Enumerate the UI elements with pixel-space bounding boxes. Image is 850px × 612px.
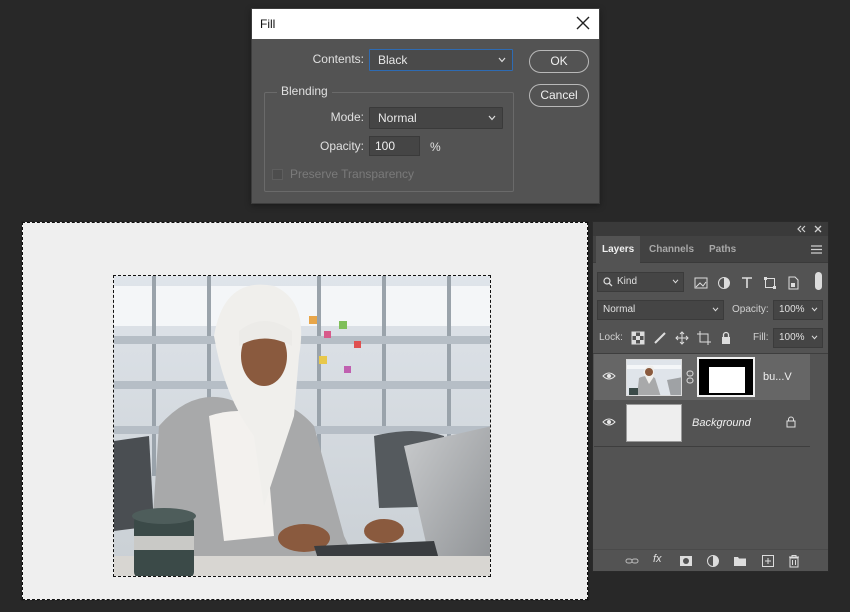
layer-row-background[interactable]: Background bbox=[594, 400, 810, 446]
layer-name[interactable]: bu...V bbox=[763, 371, 792, 383]
fx-icon[interactable]: fx bbox=[653, 553, 667, 567]
layer-fill-input[interactable]: 100% bbox=[773, 328, 823, 348]
woman-laptop-image bbox=[114, 276, 490, 576]
contents-select[interactable]: Black bbox=[369, 49, 513, 71]
blending-title: Blending bbox=[277, 84, 332, 98]
mode-value: Normal bbox=[378, 111, 417, 125]
background-thumbnail bbox=[626, 404, 682, 442]
lock-label: Lock: bbox=[599, 332, 623, 343]
lock-icon bbox=[786, 416, 796, 428]
filter-adjustment-icon[interactable] bbox=[717, 276, 731, 290]
chevron-down-icon bbox=[672, 279, 679, 284]
tab-channels[interactable]: Channels bbox=[643, 236, 700, 263]
chevron-down-icon bbox=[488, 115, 496, 121]
chevron-down-icon bbox=[811, 335, 818, 340]
contents-label: Contents: bbox=[312, 52, 364, 66]
layers-panel: Layers Channels Paths Kind Normal Opacit… bbox=[592, 221, 829, 572]
filter-smart-object-icon[interactable] bbox=[786, 276, 800, 290]
blend-mode-select[interactable]: Normal bbox=[597, 300, 724, 320]
cancel-button[interactable]: Cancel bbox=[529, 84, 589, 107]
filter-shape-icon[interactable] bbox=[763, 276, 777, 290]
layer-mask-thumbnail[interactable] bbox=[697, 357, 755, 397]
close-icon[interactable] bbox=[575, 15, 591, 31]
filter-kind-select[interactable]: Kind bbox=[597, 272, 684, 292]
layer-opacity-label: Opacity: bbox=[732, 304, 769, 315]
preserve-transparency-checkbox[interactable] bbox=[272, 169, 283, 180]
panel-menu-icon[interactable] bbox=[811, 245, 822, 254]
mask-white-area bbox=[709, 367, 745, 393]
lock-artboard-icon[interactable] bbox=[697, 331, 711, 345]
lock-transparent-pixels-icon[interactable] bbox=[631, 331, 645, 345]
mode-label: Mode: bbox=[330, 110, 364, 124]
filter-pixel-icon[interactable] bbox=[694, 276, 708, 290]
chevron-down-icon bbox=[712, 307, 719, 312]
add-mask-icon[interactable] bbox=[679, 554, 693, 568]
blend-mode-value: Normal bbox=[603, 304, 636, 315]
layer-fill-value: 100% bbox=[779, 332, 805, 343]
search-icon bbox=[603, 277, 613, 287]
trash-icon[interactable] bbox=[787, 554, 801, 568]
layer-opacity-value: 100% bbox=[779, 304, 805, 315]
panel-tabs: Layers Channels Paths bbox=[593, 236, 828, 263]
layer-thumbnail bbox=[626, 359, 682, 396]
opacity-input[interactable]: 100 bbox=[369, 136, 420, 156]
preserve-transparency-label: Preserve Transparency bbox=[290, 167, 415, 181]
background-layer-name[interactable]: Background bbox=[692, 417, 751, 429]
eye-icon[interactable] bbox=[602, 371, 616, 381]
photo-layer-image bbox=[113, 275, 491, 577]
close-icon[interactable] bbox=[814, 225, 822, 233]
filter-type-icon[interactable] bbox=[740, 276, 754, 290]
adjustment-layer-icon[interactable] bbox=[706, 554, 720, 568]
eye-icon[interactable] bbox=[602, 417, 616, 427]
filter-kind-value: Kind bbox=[617, 276, 638, 287]
lock-all-icon[interactable] bbox=[719, 331, 733, 345]
dialog-titlebar: Fill bbox=[252, 9, 599, 39]
layer-thumbnail-image bbox=[627, 360, 681, 395]
opacity-label: Opacity: bbox=[319, 139, 364, 153]
ok-button[interactable]: OK bbox=[529, 50, 589, 73]
lock-image-pixels-icon[interactable] bbox=[653, 331, 667, 345]
dialog-title: Fill bbox=[260, 17, 276, 31]
divider bbox=[594, 446, 810, 447]
chevron-down-icon bbox=[811, 307, 818, 312]
collapse-icon[interactable] bbox=[796, 225, 806, 233]
tab-paths[interactable]: Paths bbox=[703, 236, 742, 263]
fill-dialog: Fill Contents: Black OK Cancel Blending … bbox=[251, 8, 600, 204]
contents-value: Black bbox=[378, 53, 408, 67]
link-layers-icon[interactable] bbox=[625, 554, 639, 568]
panel-header bbox=[593, 222, 828, 236]
folder-icon[interactable] bbox=[733, 554, 747, 568]
layers-bottom-bar: fx bbox=[593, 549, 828, 571]
lock-position-icon[interactable] bbox=[675, 331, 689, 345]
fill-label: Fill: bbox=[753, 332, 769, 343]
opacity-unit: % bbox=[430, 140, 441, 154]
chevron-down-icon bbox=[498, 57, 506, 63]
layer-row-selected[interactable]: bu...V bbox=[594, 354, 810, 400]
new-layer-icon[interactable] bbox=[761, 554, 775, 568]
mode-select[interactable]: Normal bbox=[369, 107, 503, 129]
link-icon[interactable] bbox=[686, 370, 694, 384]
tab-layers[interactable]: Layers bbox=[596, 236, 641, 263]
layer-opacity-input[interactable]: 100% bbox=[773, 300, 823, 320]
filter-toggle[interactable] bbox=[815, 272, 822, 290]
